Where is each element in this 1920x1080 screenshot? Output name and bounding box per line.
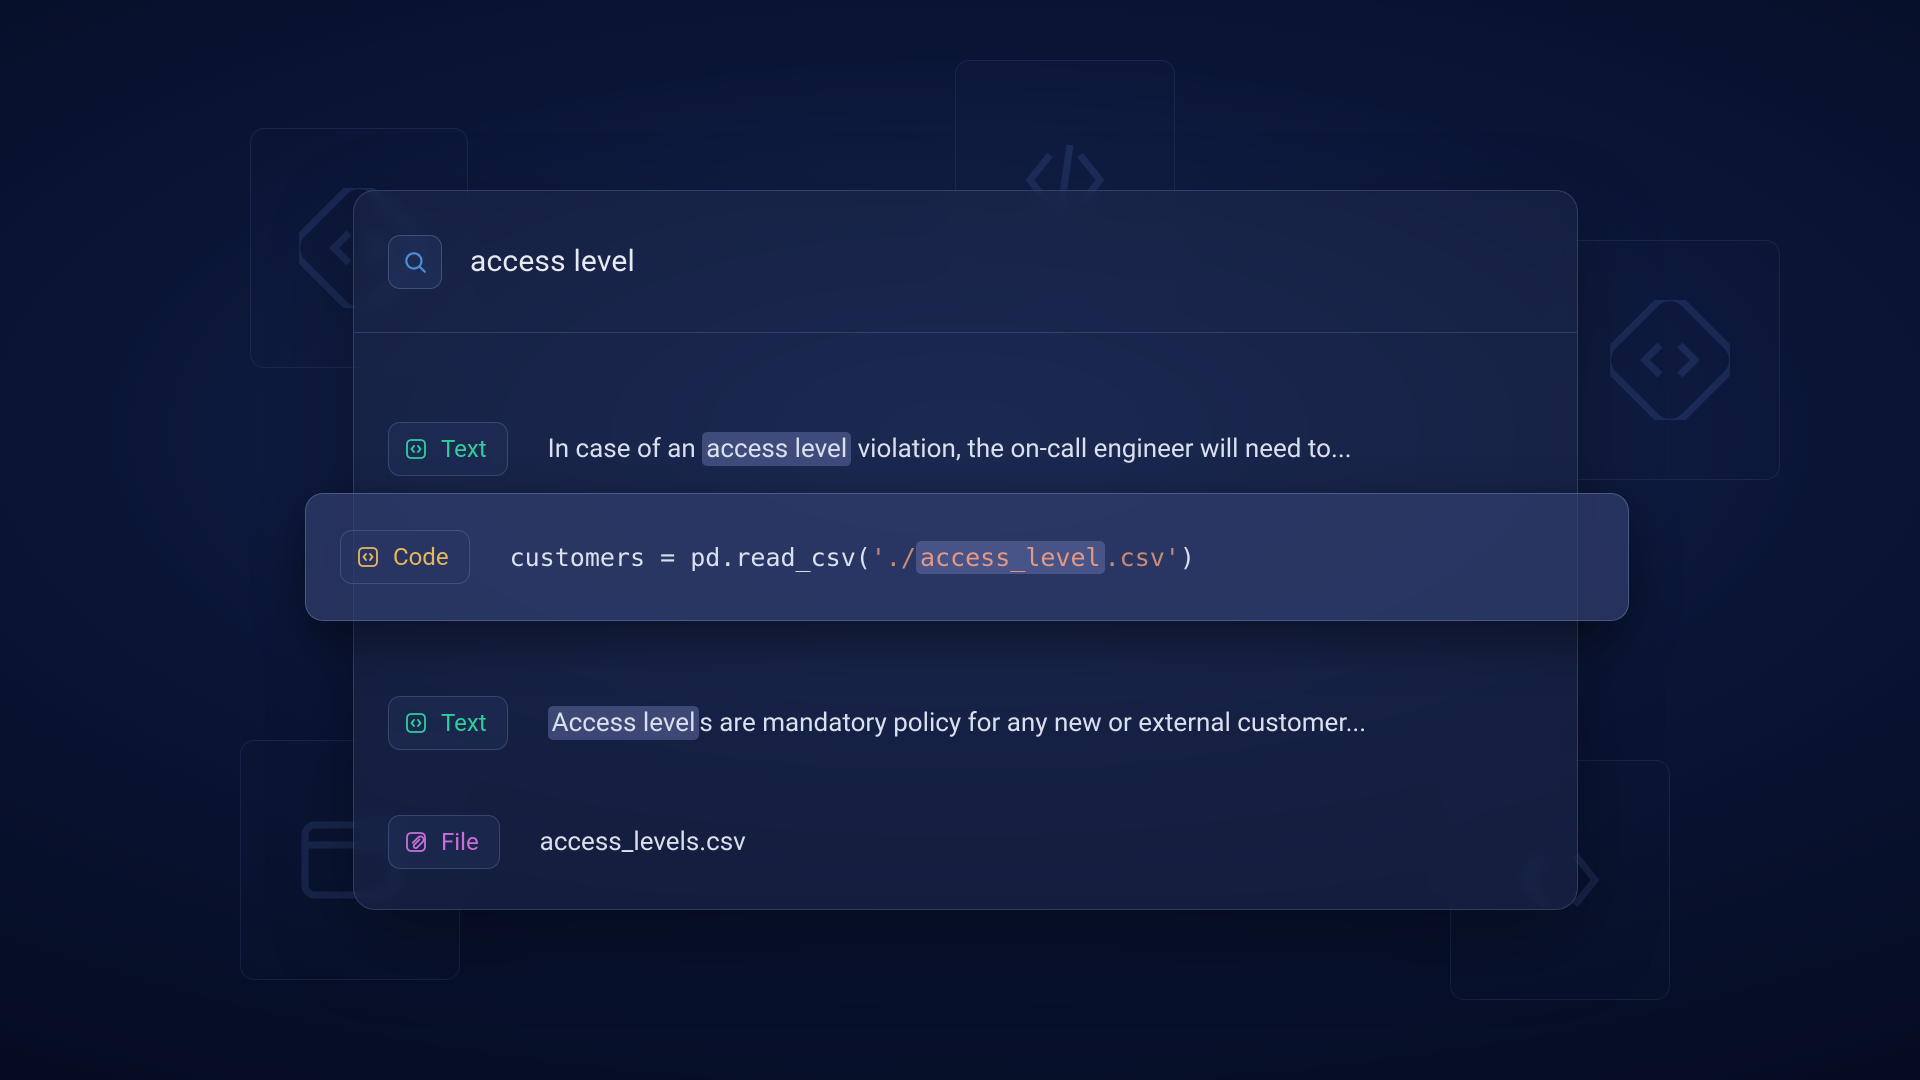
result-filename: access_levels.csv (540, 827, 746, 857)
badge-file: File (388, 815, 500, 869)
results-list: Text In case of an access level violatio… (354, 333, 1577, 897)
badge-label: File (441, 828, 479, 856)
result-snippet: In case of an access level violation, th… (548, 434, 1352, 464)
result-snippet-code: customers = pd.read_csv('./access_level.… (510, 543, 1195, 572)
badge-label: Text (441, 709, 487, 737)
badge-code: Code (340, 530, 470, 584)
badge-label: Text (441, 435, 487, 463)
result-row-code-selected[interactable]: Code customers = pd.read_csv('./access_l… (305, 493, 1629, 621)
search-row[interactable]: access level (354, 191, 1577, 333)
code-brackets-icon (355, 544, 381, 570)
search-icon (388, 235, 442, 289)
search-palette: access level Text In case of an access l… (353, 190, 1578, 910)
badge-text: Text (388, 696, 508, 750)
match-highlight: access_level (916, 541, 1105, 574)
result-row-file[interactable]: File access_levels.csv (354, 787, 1577, 897)
match-highlight: Access level (548, 706, 700, 740)
badge-text: Text (388, 422, 508, 476)
search-input[interactable]: access level (470, 244, 635, 279)
match-highlight: access level (702, 432, 851, 466)
badge-label: Code (393, 543, 449, 571)
attachment-icon (403, 829, 429, 855)
result-row-text[interactable]: Text Access levels are mandatory policy … (354, 659, 1577, 787)
code-brackets-icon (403, 710, 429, 736)
bg-card-decor (1560, 240, 1780, 480)
code-brackets-icon (403, 436, 429, 462)
result-snippet: Access levels are mandatory policy for a… (548, 708, 1366, 738)
